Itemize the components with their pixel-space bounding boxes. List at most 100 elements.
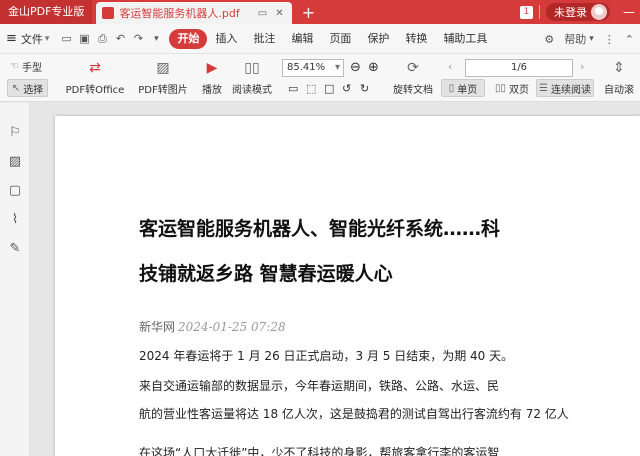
select-tool-label: 选择 xyxy=(23,84,44,96)
title-bar: 金山PDF专业版 客运智能服务机器人.pdf ▭ ✕ + 1 未登录 — xyxy=(0,0,640,24)
play-button[interactable]: ▶ 播放 xyxy=(198,60,226,96)
avatar xyxy=(591,4,607,20)
more-icon[interactable]: ▾ xyxy=(147,34,165,44)
login-label: 未登录 xyxy=(554,6,587,19)
settings-icon[interactable]: ⚙ xyxy=(544,33,554,46)
double-page-icon: ▯▯ xyxy=(494,82,506,94)
single-page-label: 单页 xyxy=(457,84,478,96)
pdf-file-icon xyxy=(102,7,115,19)
document-tab[interactable]: 客运智能服务机器人.pdf ▭ ✕ xyxy=(96,2,293,24)
zoom-in-icon[interactable]: ⊕ xyxy=(368,60,379,75)
rotate-document-label: 旋转文档 xyxy=(393,85,433,96)
document-viewer[interactable]: 客运智能服务机器人、智能光纤系统……科 技铺就返乡路 智慧春运暖人心 新华网 20… xyxy=(31,103,640,456)
menu-annotate[interactable]: 批注 xyxy=(245,29,283,49)
headline-line-1: 客运智能服务机器人、智能光纤系统……科 xyxy=(139,218,501,240)
fit-page-icon[interactable]: ⬚ xyxy=(306,82,316,95)
rotate-document-icon: ⟳ xyxy=(407,60,419,76)
open-folder-icon[interactable]: ▭ xyxy=(57,32,75,45)
paragraph-3: 航的营业性客运量将达 18 亿人次，这是鼓捣君的测试自驾出行客流约有 72 亿人 xyxy=(139,407,569,421)
menu-bar: ≡ 文件 ▾ ▭ ▣ ⎙ ↶ ↷ ▾ 开始 插入 批注 编辑 页面 保护 转换 … xyxy=(0,24,640,54)
close-tab-icon[interactable]: ✕ xyxy=(272,6,286,20)
continuous-read-label: 连续阅读 xyxy=(550,84,591,96)
read-mode-label: 阅读模式 xyxy=(232,85,272,96)
print-icon[interactable]: ⎙ xyxy=(93,32,111,46)
rotate-left-icon[interactable]: ↺ xyxy=(342,82,351,95)
single-page-icon: ▯ xyxy=(448,82,455,94)
source-name: 新华网 xyxy=(139,320,176,334)
select-tool[interactable]: ↖ 选择 xyxy=(7,79,48,97)
pdf-to-office-label: PDF转Office xyxy=(65,85,125,96)
left-sidebar: ⚐ ▨ ▢ ⌇ ✎ xyxy=(0,103,30,456)
rotate-document-button[interactable]: ⟳ 旋转文档 xyxy=(390,60,436,96)
auto-scroll-label: 自动滚 xyxy=(604,85,634,96)
image-icon: ▨ xyxy=(156,60,170,76)
chevron-down-icon: ▾ xyxy=(44,33,50,44)
auto-scroll-icon: ⇕ xyxy=(613,60,625,76)
save-icon[interactable]: ▣ xyxy=(75,32,93,45)
fit-width-icon[interactable]: ▭ xyxy=(288,82,298,95)
headline-line-2: 技铺就返乡路 智慧春运暖人心 xyxy=(139,263,393,285)
menu-protect[interactable]: 保护 xyxy=(359,29,397,49)
hand-tool-label: 手型 xyxy=(21,62,42,74)
actual-size-icon[interactable]: □ xyxy=(324,82,334,95)
app-name[interactable]: 金山PDF专业版 xyxy=(0,0,93,24)
collapse-icon[interactable]: ⌃ xyxy=(625,33,634,46)
read-mode-button[interactable]: ▯▯ 阅读模式 xyxy=(230,60,274,96)
thumbnail-icon[interactable]: ▨ xyxy=(6,152,24,170)
double-page-button[interactable]: ▯▯ 双页 xyxy=(490,79,534,97)
book-icon: ▯▯ xyxy=(244,60,260,76)
comment-icon[interactable]: ▢ xyxy=(6,181,24,199)
document-tab-title: 客运智能服务机器人.pdf xyxy=(119,7,240,20)
source-line: 新华网 2024-01-25 07:28 xyxy=(139,318,286,335)
more-options-icon[interactable]: ⋮ xyxy=(604,33,615,46)
play-label: 播放 xyxy=(202,85,222,96)
pdf-to-office-button[interactable]: ⇄ PDF转Office xyxy=(62,60,128,96)
rotate-right-icon[interactable]: ↻ xyxy=(360,82,369,95)
undo-icon[interactable]: ↶ xyxy=(111,32,129,45)
help-menu[interactable]: 帮助 xyxy=(564,31,586,47)
file-menu-label: 文件 xyxy=(20,32,43,46)
paragraph-4: 在这场“人口大迁徙”中，少不了科技的身影，帮旅客拿行李的客运智 xyxy=(139,446,500,456)
next-page-icon[interactable]: › xyxy=(580,60,584,73)
toolbar: ☜ 手型 ↖ 选择 ⇄ PDF转Office ▨ PDF转图片 ▶ 播放 ▯▯ … xyxy=(0,54,640,102)
menu-edit[interactable]: 编辑 xyxy=(283,29,321,49)
prev-page-icon[interactable]: ‹ xyxy=(448,60,452,73)
signature-icon[interactable]: ✎ xyxy=(6,239,24,257)
double-page-label: 双页 xyxy=(509,84,529,96)
dropdown-icon[interactable]: ▾ xyxy=(589,34,594,44)
menu-insert[interactable]: 插入 xyxy=(207,29,245,49)
paragraph-1: 2024 年春运将于 1 月 26 日正式启动，3 月 5 日结束，为期 40 … xyxy=(139,349,514,363)
pdf-to-image-label: PDF转图片 xyxy=(138,85,188,96)
pdf-to-image-button[interactable]: ▨ PDF转图片 xyxy=(136,60,190,96)
pdf-to-office-icon: ⇄ xyxy=(89,60,101,76)
page-count-badge: 1 xyxy=(520,5,533,19)
play-icon: ▶ xyxy=(206,60,218,76)
hand-tool[interactable]: ☜ 手型 xyxy=(10,58,42,74)
page-input[interactable]: 1/6 xyxy=(465,59,573,77)
menu-convert[interactable]: 转换 xyxy=(397,29,435,49)
menu-page[interactable]: 页面 xyxy=(321,29,359,49)
login-button[interactable]: 未登录 xyxy=(546,3,610,21)
pdf-page: 客运智能服务机器人、智能光纤系统……科 技铺就返乡路 智慧春运暖人心 新华网 20… xyxy=(55,116,640,456)
cursor-icon: ↖ xyxy=(11,82,21,94)
continuous-read-button[interactable]: ☰ 连续阅读 xyxy=(536,79,594,97)
monitor-icon[interactable]: ▭ xyxy=(255,6,269,20)
file-menu[interactable]: ≡ 文件 ▾ xyxy=(6,31,49,47)
new-tab-button[interactable]: + xyxy=(298,3,318,22)
single-page-button[interactable]: ▯ 单页 xyxy=(441,79,485,97)
zoom-out-icon[interactable]: ⊖ xyxy=(350,60,361,75)
attachment-icon[interactable]: ⌇ xyxy=(6,210,24,228)
zoom-select[interactable]: 85.41% xyxy=(282,59,344,77)
hamburger-icon: ≡ xyxy=(6,31,17,46)
minimize-button[interactable]: — xyxy=(618,5,640,19)
bookmark-icon[interactable]: ⚐ xyxy=(6,123,24,141)
menu-tools[interactable]: 辅助工具 xyxy=(435,29,495,49)
title-divider xyxy=(539,5,540,19)
redo-icon[interactable]: ↷ xyxy=(129,32,147,45)
hand-icon: ☜ xyxy=(10,60,19,72)
auto-scroll-button[interactable]: ⇕ 自动滚 xyxy=(600,60,638,96)
source-timestamp: 2024-01-25 07:28 xyxy=(178,320,286,334)
paragraph-2: 来自交通运输部的数据显示，今年春运期间，铁路、公路、水运、民 xyxy=(139,379,500,393)
menu-start[interactable]: 开始 xyxy=(169,28,208,49)
continuous-icon: ☰ xyxy=(539,82,548,94)
